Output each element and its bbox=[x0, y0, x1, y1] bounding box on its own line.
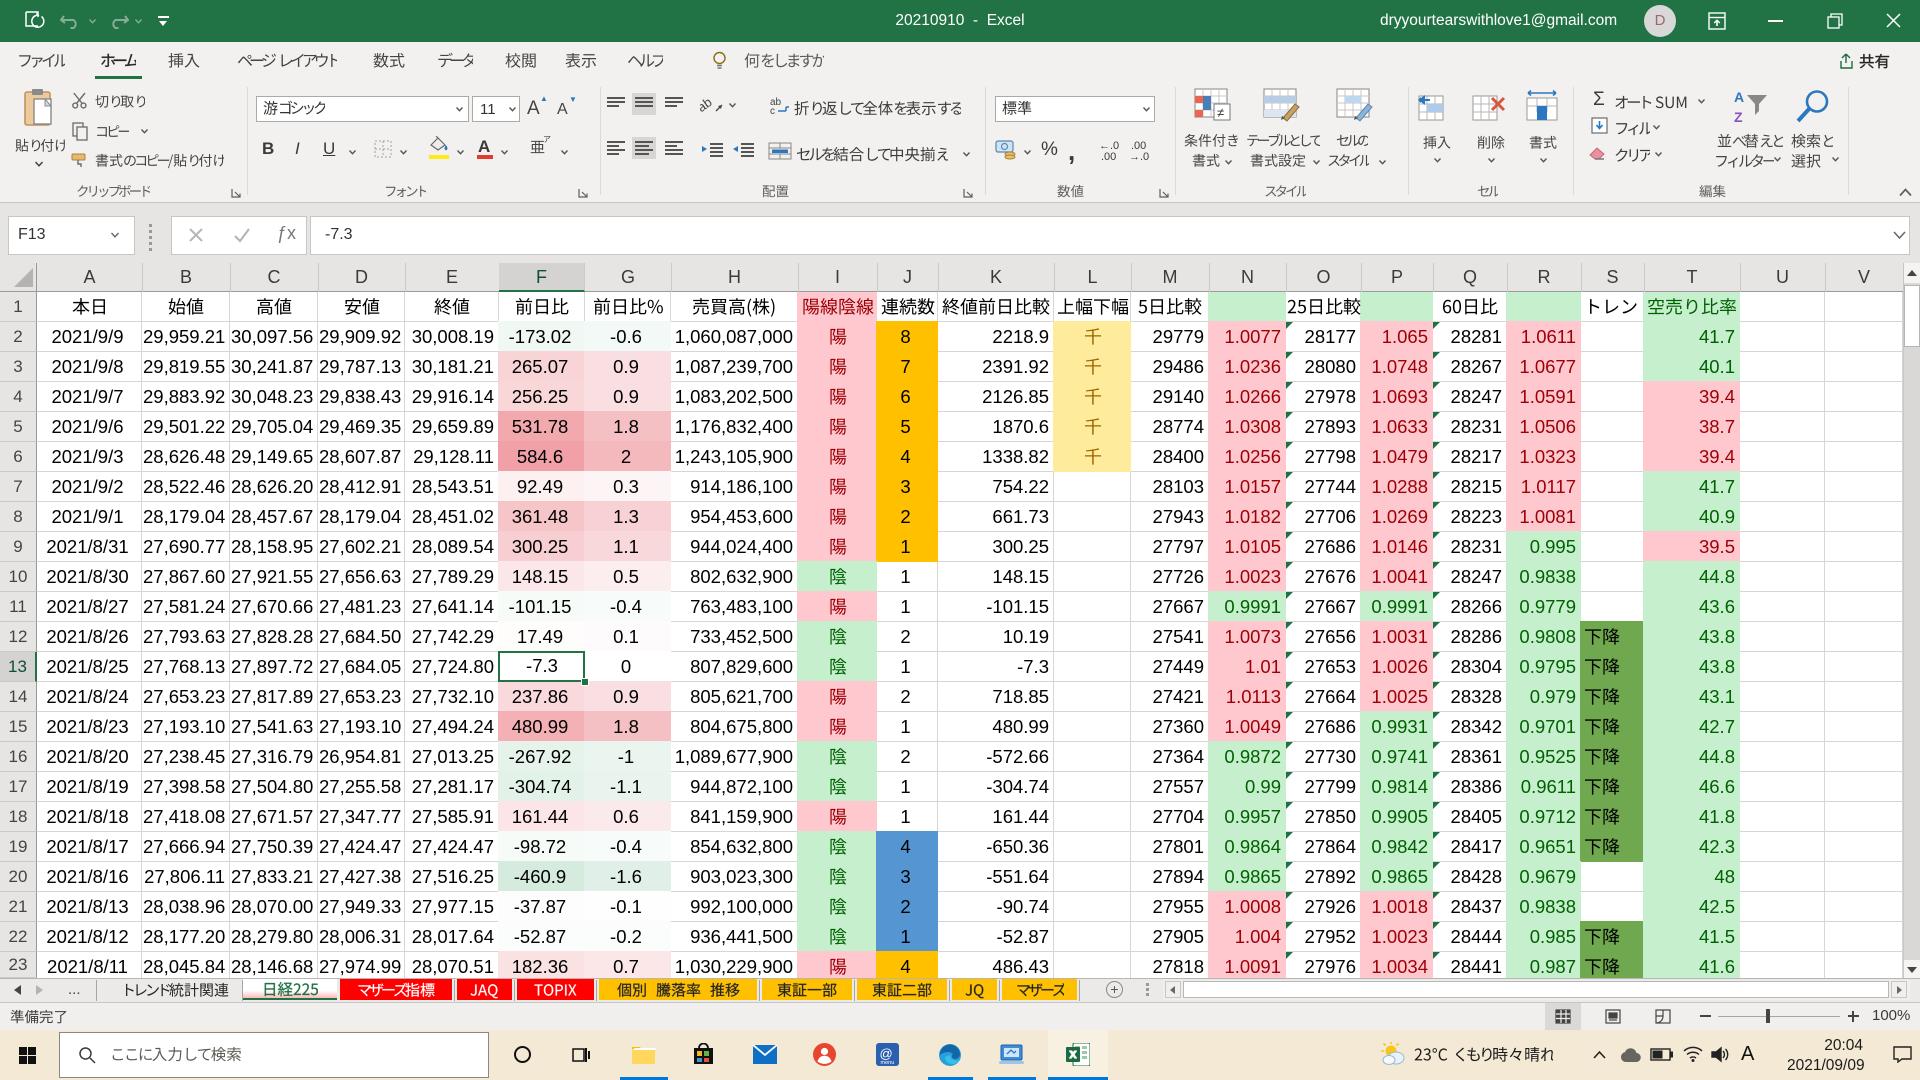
svg-text:Z: Z bbox=[1734, 109, 1743, 125]
svg-text:@: @ bbox=[880, 1046, 893, 1061]
svg-text:≠: ≠ bbox=[1217, 105, 1224, 120]
svg-text:c: c bbox=[770, 106, 775, 116]
svg-text:ab: ab bbox=[700, 95, 715, 115]
svg-text:menu: menu bbox=[881, 1060, 895, 1066]
svg-text:A: A bbox=[1734, 89, 1744, 105]
